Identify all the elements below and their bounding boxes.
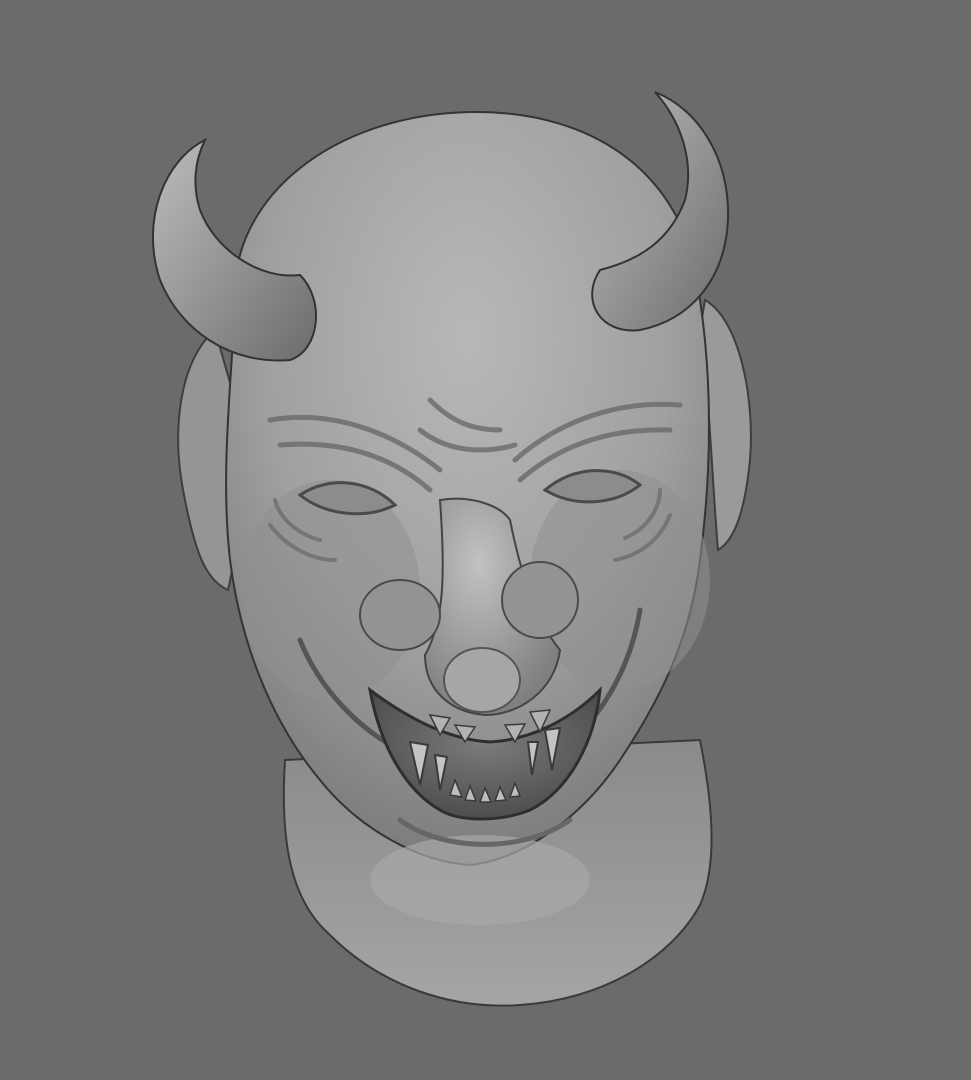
sculpt-render [152,91,752,1007]
3d-viewport[interactable] [0,0,971,1080]
left-nostril [359,579,441,651]
chin [370,835,590,925]
nose-tip [443,647,521,713]
right-nostril [501,561,579,639]
